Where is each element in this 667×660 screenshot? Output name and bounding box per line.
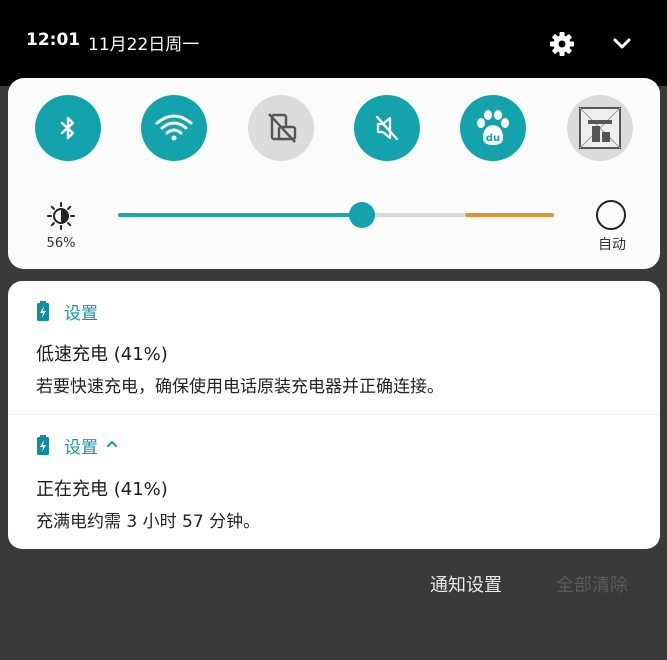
clear-all-button[interactable]: 全部清除 [556, 571, 628, 597]
tile-mute[interactable] [354, 95, 420, 161]
tile-screenshot[interactable] [567, 95, 633, 161]
gear-icon[interactable] [548, 30, 576, 58]
quick-settings-panel: du 56% 自动 [8, 78, 660, 269]
battery-charging-icon [37, 301, 49, 321]
notification-list: 设置 低速充电 (41%) 若要快速充电，确保使用电话原装充电器并正确连接。 设… [8, 281, 660, 549]
brightness-percent: 56% [46, 236, 76, 251]
brightness-icon [46, 201, 76, 231]
rotate-icon [268, 113, 297, 143]
slider-thumb[interactable] [349, 202, 375, 228]
battery-charging-icon [37, 435, 49, 455]
slider-track-filled [118, 213, 362, 217]
notification-header: 设置 [36, 433, 118, 458]
slider-track-empty [362, 213, 465, 217]
notification-card[interactable]: 设置 低速充电 (41%) 若要快速充电，确保使用电话原装充电器并正确连接。 [8, 281, 660, 414]
notification-app-name: 设置 [64, 303, 98, 324]
brightness-slider[interactable] [118, 198, 554, 232]
wifi-icon [155, 114, 193, 141]
mute-icon [375, 115, 399, 141]
notification-title: 低速充电 (41%) [36, 344, 168, 365]
screenshot-icon [579, 107, 621, 149]
tile-baidu[interactable]: du [460, 95, 526, 161]
notification-header: 设置 [36, 299, 98, 324]
notification-body: 充满电约需 3 小时 57 分钟。 [36, 512, 261, 532]
tile-auto-rotate[interactable] [248, 95, 314, 161]
notification-title: 正在充电 (41%) [36, 479, 168, 500]
tile-bluetooth[interactable] [35, 95, 101, 161]
tile-wifi[interactable] [141, 95, 207, 161]
bluetooth-icon [60, 116, 75, 140]
notification-card[interactable]: 设置 正在充电 (41%) 充满电约需 3 小时 57 分钟。 [8, 415, 660, 549]
slider-track-warning [465, 213, 554, 217]
status-bar: 12:01 11月22日周一 [0, 0, 667, 86]
auto-brightness-label: 自动 [598, 237, 626, 253]
status-time: 12:01 [26, 30, 81, 50]
chevron-up-icon[interactable] [106, 438, 118, 453]
auto-brightness-icon[interactable] [596, 200, 626, 230]
notification-app-name: 设置 [64, 437, 98, 458]
chevron-down-icon[interactable] [611, 34, 633, 54]
notification-settings-button[interactable]: 通知设置 [430, 571, 502, 597]
baidu-paw-icon: du [477, 110, 509, 145]
status-date: 11月22日周一 [88, 35, 200, 55]
svg-text:du: du [486, 133, 500, 144]
notification-body: 若要快速充电，确保使用电话原装充电器并正确连接。 [36, 377, 444, 397]
